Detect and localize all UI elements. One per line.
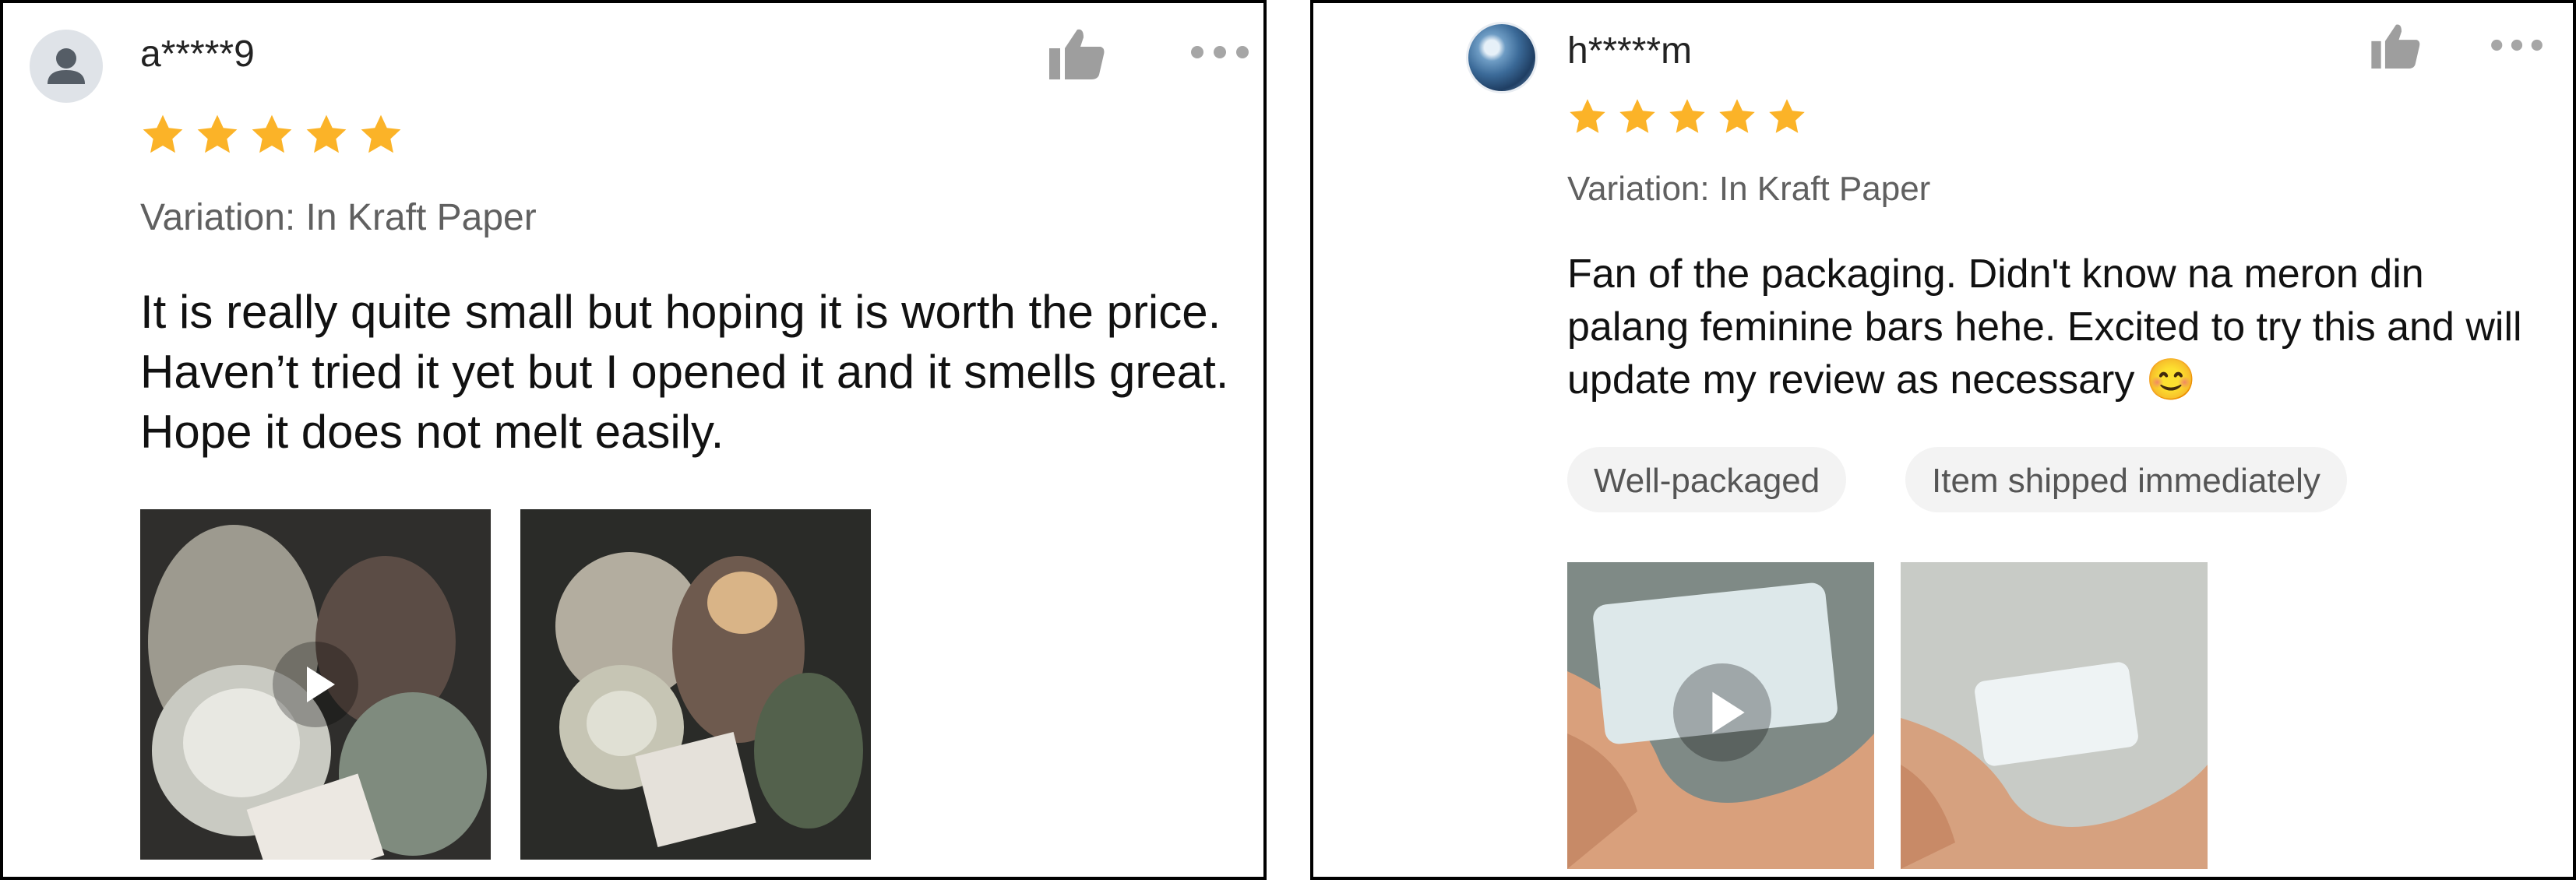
review-card: a*****9 Variation: In Kraft Paper It is … bbox=[0, 0, 1267, 880]
star-icon bbox=[143, 114, 183, 153]
review-text: It is really quite small but hoping it i… bbox=[140, 286, 1229, 458]
more-options-icon[interactable] bbox=[2490, 39, 2544, 55]
review-video-thumbnail[interactable] bbox=[1567, 562, 1874, 869]
review-image-thumbnail[interactable] bbox=[1901, 562, 2208, 869]
star-icon bbox=[1719, 99, 1755, 133]
avatar[interactable] bbox=[30, 30, 103, 103]
avatar[interactable] bbox=[1466, 22, 1538, 93]
star-icon bbox=[197, 114, 238, 153]
review-card: h*****m Variation: In Kraft Paper Fan of… bbox=[1310, 0, 2576, 880]
review-text: Fan of the packaging. Didn't know na mer… bbox=[1567, 252, 2522, 403]
play-icon[interactable] bbox=[1673, 663, 1771, 762]
review-tag: Item shipped immediately bbox=[1905, 447, 2347, 512]
star-icon bbox=[361, 114, 401, 153]
user-icon bbox=[48, 48, 85, 84]
star-rating bbox=[1567, 97, 1807, 137]
thumbs-up-icon[interactable] bbox=[1049, 28, 1105, 83]
variation-label: Variation: In Kraft Paper bbox=[140, 197, 537, 238]
review-tag: Well-packaged bbox=[1567, 447, 1847, 512]
star-icon bbox=[1570, 99, 1605, 133]
star-icon bbox=[1769, 99, 1805, 133]
star-icon bbox=[1669, 99, 1705, 133]
username: a*****9 bbox=[140, 33, 255, 75]
thumbs-up-icon[interactable] bbox=[2371, 23, 2421, 72]
star-icon bbox=[306, 114, 347, 153]
star-rating bbox=[140, 112, 403, 157]
more-options-icon[interactable] bbox=[1190, 45, 1249, 63]
star-icon bbox=[1619, 99, 1655, 133]
variation-label: Variation: In Kraft Paper bbox=[1567, 170, 1931, 208]
play-icon[interactable] bbox=[273, 642, 358, 727]
review-image-thumbnail[interactable] bbox=[520, 509, 871, 860]
username: h*****m bbox=[1567, 30, 1693, 72]
star-icon bbox=[252, 114, 292, 153]
review-video-thumbnail[interactable] bbox=[140, 509, 491, 860]
